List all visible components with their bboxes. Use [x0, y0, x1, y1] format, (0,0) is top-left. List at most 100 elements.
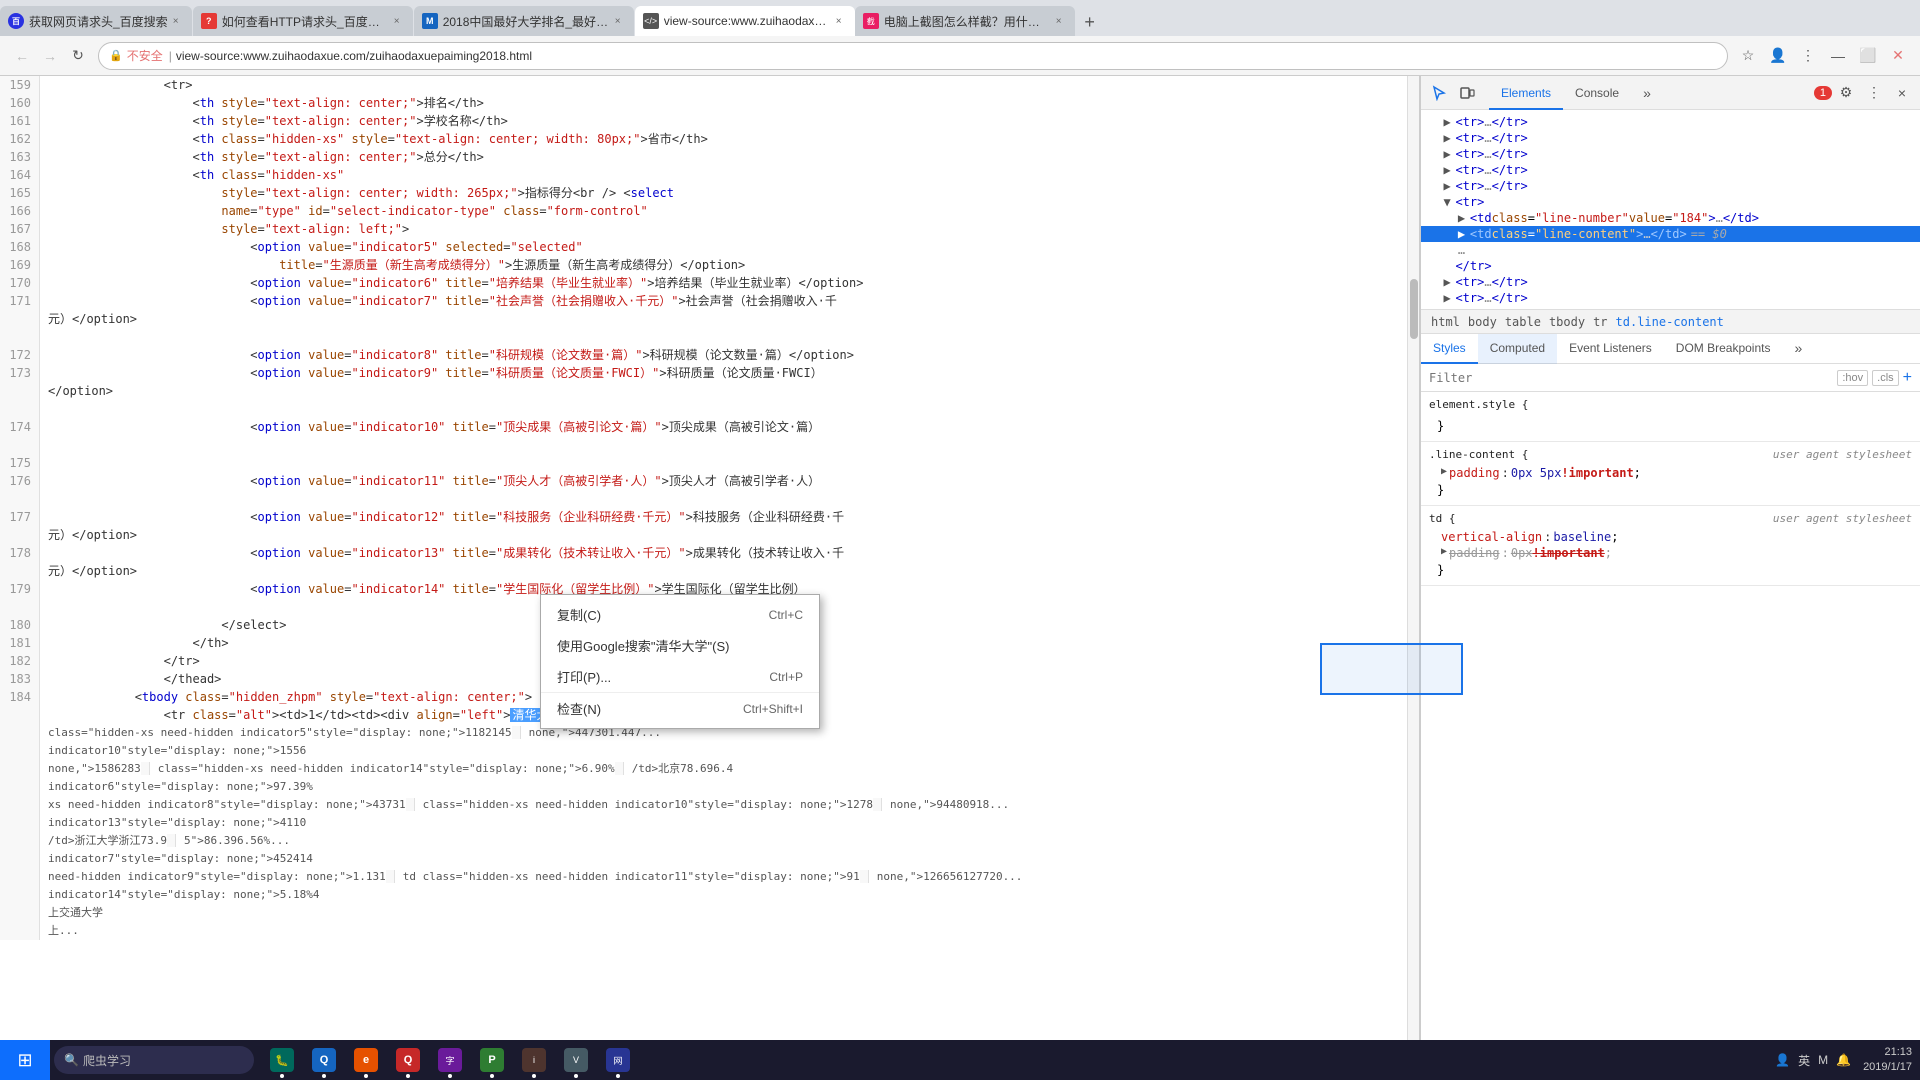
tab-close-3[interactable]: × — [610, 13, 626, 29]
filter-cls-button[interactable]: .cls — [1872, 370, 1899, 386]
prop-expand-arrow[interactable]: ▶ — [1441, 466, 1447, 477]
devtools-tab-elements[interactable]: Elements — [1489, 78, 1563, 110]
tree-row-tr1[interactable]: ▶ <tr>…</tr> — [1421, 114, 1920, 130]
tree-toggle-7[interactable]: ▶ — [1458, 211, 1470, 225]
styles-panel[interactable]: element.style { } .line-content { user a… — [1421, 392, 1920, 1080]
taskbar-search[interactable]: 🔍 爬虫学习 — [54, 1046, 254, 1074]
source-content[interactable]: 159 <tr> 160 <th style="text-align: cent… — [0, 76, 1419, 1080]
tree-row-td-linecontent[interactable]: ▶ <td class="line-content">…</td>== $0 — [1421, 226, 1920, 242]
code-line-176: 176 <option value="indicator11" title="顶… — [0, 472, 1419, 490]
taskbar-app-icon-charset: 字 — [438, 1048, 462, 1072]
taskbar-ime-icon[interactable]: M — [1818, 1053, 1828, 1067]
breadcrumb-tbody[interactable]: tbody — [1547, 315, 1587, 329]
styles-tab-dom-breakpoints[interactable]: DOM Breakpoints — [1664, 334, 1783, 364]
security-label: 不安全 — [127, 47, 163, 64]
prop-expand-arrow-2[interactable]: ▶ — [1441, 546, 1447, 557]
devtools-tab-console[interactable]: Console — [1563, 78, 1631, 110]
style-selector-td: td { user agent stylesheet — [1429, 512, 1912, 525]
style-rule-element: element.style { } — [1421, 392, 1920, 442]
styles-tab-styles[interactable]: Styles — [1421, 334, 1478, 364]
context-menu-copy[interactable]: 复制(C) Ctrl+C — [541, 599, 819, 630]
maximize-button[interactable]: ⬜ — [1854, 42, 1882, 70]
devtools-cursor-icon[interactable] — [1425, 79, 1453, 107]
tree-toggle-10[interactable]: ▶ — [1443, 291, 1455, 305]
breadcrumb: html body table tbody tr td.line-content — [1421, 310, 1920, 334]
tree-toggle-1[interactable]: ▶ — [1443, 115, 1455, 129]
source-scrollbar-thumb[interactable] — [1410, 279, 1418, 339]
context-menu-inspect[interactable]: 检查(N) Ctrl+Shift+I — [541, 692, 819, 724]
tab-close-5[interactable]: × — [1051, 13, 1067, 29]
styles-tab-overflow[interactable]: » — [1782, 334, 1814, 364]
taskbar-app-python[interactable]: P — [472, 1040, 512, 1080]
devtools-device-icon[interactable] — [1453, 79, 1481, 107]
tree-row-tr-close[interactable]: </tr> — [1421, 258, 1920, 274]
back-button[interactable]: ← — [8, 42, 36, 70]
taskbar-app-ie[interactable]: e — [346, 1040, 386, 1080]
tree-row-tr2[interactable]: ▶ <tr>…</tr> — [1421, 130, 1920, 146]
devtools-settings-icon[interactable]: ⚙ — [1832, 79, 1860, 107]
tree-row-tr4[interactable]: ▶ <tr>…</tr> — [1421, 162, 1920, 178]
tab-1[interactable]: 百 获取网页请求头_百度搜索 × — [0, 6, 192, 36]
breadcrumb-table[interactable]: table — [1503, 315, 1543, 329]
tree-row-ellipsis[interactable]: … — [1421, 242, 1920, 258]
styles-tab-event-listeners[interactable]: Event Listeners — [1557, 334, 1664, 364]
tab-close-2[interactable]: × — [389, 13, 405, 29]
taskbar-app-qq[interactable]: Q — [304, 1040, 344, 1080]
taskbar-lang-icon[interactable]: 英 — [1798, 1052, 1810, 1069]
tab-label-2: 如何查看HTTP请求头_百度经验 — [222, 13, 389, 30]
devtools-tab-overflow[interactable]: » — [1631, 78, 1663, 110]
tree-toggle-5[interactable]: ▶ — [1443, 179, 1455, 193]
forward-button[interactable]: → — [36, 42, 64, 70]
taskbar-app-isoh[interactable]: i — [514, 1040, 554, 1080]
taskbar-app-charset[interactable]: 字 — [430, 1040, 470, 1080]
taskbar-notification-icon[interactable]: 🔔 — [1836, 1053, 1851, 1067]
context-menu-print[interactable]: 打印(P)... Ctrl+P — [541, 661, 819, 692]
taskbar-profile-icon[interactable]: 👤 — [1775, 1053, 1790, 1067]
devtools-close-icon[interactable]: × — [1888, 79, 1916, 107]
breadcrumb-html[interactable]: html — [1429, 315, 1462, 329]
new-tab-button[interactable]: + — [1076, 8, 1104, 36]
profile-icon[interactable]: 👤 — [1764, 42, 1792, 70]
reload-button[interactable]: ↻ — [64, 42, 92, 70]
tree-row-tr-expanded[interactable]: ▼ <tr> — [1421, 194, 1920, 210]
styles-tab-computed[interactable]: Computed — [1478, 334, 1557, 364]
tree-row-tr6[interactable]: ▶ <tr>…</tr> — [1421, 274, 1920, 290]
taskbar-app-webrequest[interactable]: 网 — [598, 1040, 638, 1080]
tree-toggle-6[interactable]: ▼ — [1443, 195, 1455, 209]
taskbar-app-qq2[interactable]: Q — [388, 1040, 428, 1080]
tree-row-td-linenum[interactable]: ▶ <td class="line-number" value="184">…<… — [1421, 210, 1920, 226]
tree-toggle-8[interactable]: ▶ — [1458, 227, 1470, 241]
tree-toggle-3[interactable]: ▶ — [1443, 147, 1455, 161]
breadcrumb-body[interactable]: body — [1466, 315, 1499, 329]
tab-2[interactable]: ? 如何查看HTTP请求头_百度经验 × — [193, 6, 413, 36]
tab-5[interactable]: 截 电脑上截图怎么样截？用什么截... × — [855, 6, 1075, 36]
taskbar-app-viewsource[interactable]: V — [556, 1040, 596, 1080]
taskbar-start-button[interactable]: ⊞ — [0, 1040, 50, 1080]
menu-icon[interactable]: ⋮ — [1794, 42, 1822, 70]
tab-3[interactable]: M 2018中国最好大学排名_最好大... × — [414, 6, 634, 36]
context-menu-google-search[interactable]: 使用Google搜索"清华大学"(S) — [541, 630, 819, 661]
breadcrumb-td[interactable]: td.line-content — [1614, 315, 1726, 329]
close-browser-button[interactable]: ✕ — [1884, 42, 1912, 70]
tab-close-1[interactable]: × — [168, 13, 184, 29]
tree-row-tr3[interactable]: ▶ <tr>…</tr> — [1421, 146, 1920, 162]
source-scrollbar[interactable] — [1407, 76, 1419, 1080]
filter-hov-button[interactable]: :hov — [1837, 370, 1868, 386]
tree-row-tr5[interactable]: ▶ <tr>…</tr> — [1421, 178, 1920, 194]
tree-toggle-9[interactable]: ▶ — [1443, 275, 1455, 289]
code-line-170: 170 <option value="indicator6" title="培养… — [0, 274, 1419, 292]
breadcrumb-tr[interactable]: tr — [1591, 315, 1609, 329]
bookmark-icon[interactable]: ☆ — [1734, 42, 1762, 70]
devtools-menu-icon[interactable]: ⋮ — [1860, 79, 1888, 107]
tree-row-tr7[interactable]: ▶ <tr>…</tr> — [1421, 290, 1920, 306]
tree-toggle-2[interactable]: ▶ — [1443, 131, 1455, 145]
elements-tree[interactable]: ▶ <tr>…</tr> ▶ <tr>…</tr> ▶ <tr>…</tr> ▶… — [1421, 110, 1920, 310]
filter-add-button[interactable]: + — [1903, 369, 1912, 387]
filter-input[interactable] — [1429, 371, 1837, 385]
tree-toggle-4[interactable]: ▶ — [1443, 163, 1455, 177]
url-bar[interactable]: 🔒 不安全 | view-source:www.zuihaodaxue.com/… — [98, 42, 1728, 70]
tab-4[interactable]: </> view-source:www.zuihaodaxue... × — [635, 6, 855, 36]
tab-close-4[interactable]: × — [831, 13, 847, 29]
minimize-button[interactable]: — — [1824, 42, 1852, 70]
taskbar-app-crawler[interactable]: 🐛 — [262, 1040, 302, 1080]
